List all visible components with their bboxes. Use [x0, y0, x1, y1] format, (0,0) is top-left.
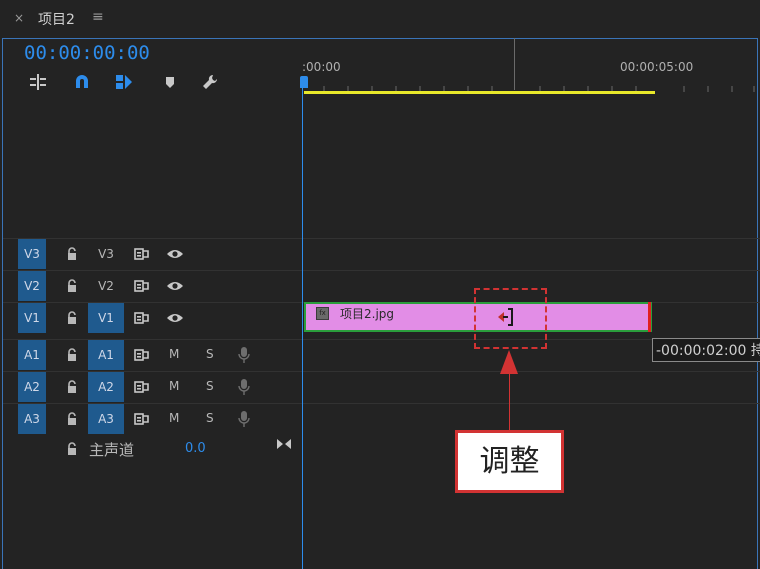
- lock-icon[interactable]: [66, 348, 78, 361]
- master-volume-value[interactable]: 0.0: [185, 441, 206, 456]
- target-track-a3[interactable]: A3: [88, 404, 124, 434]
- track-row-a3: A3 A3 M S: [3, 403, 760, 434]
- snap-magnet-icon[interactable]: [72, 72, 92, 92]
- playhead-line[interactable]: [302, 88, 303, 569]
- lock-icon[interactable]: [66, 412, 78, 425]
- source-patch-a1[interactable]: A1: [18, 340, 46, 370]
- solo-button[interactable]: S: [206, 379, 214, 393]
- eye-icon[interactable]: [166, 247, 184, 261]
- source-patch-a3[interactable]: A3: [18, 404, 46, 434]
- annotation-arrow-head: [500, 350, 518, 374]
- target-track-v3[interactable]: V3: [88, 239, 124, 269]
- master-track-label: 主声道: [89, 441, 135, 459]
- playhead-handle[interactable]: [300, 76, 308, 88]
- source-patch-v2[interactable]: V2: [18, 271, 46, 301]
- insert-nest-icon[interactable]: [28, 72, 48, 92]
- track-row-a1: A1 A1 M S: [3, 339, 760, 370]
- target-track-a2[interactable]: A2: [88, 372, 124, 402]
- master-track-row: 主声道 0.0: [3, 434, 302, 464]
- annotation-callout: 调整: [455, 430, 564, 493]
- lock-icon[interactable]: [66, 442, 78, 455]
- target-track-v2[interactable]: V2: [88, 271, 124, 301]
- trim-tooltip: -00:00:02:00 持: [652, 338, 760, 362]
- microphone-icon[interactable]: [237, 378, 251, 396]
- mute-button[interactable]: M: [169, 411, 179, 425]
- panel-menu-icon[interactable]: ≡: [92, 9, 104, 25]
- settings-wrench-icon[interactable]: [200, 72, 220, 92]
- track-row-v2: V2 V2: [3, 270, 760, 301]
- eye-icon[interactable]: [166, 279, 184, 293]
- linked-selection-icon[interactable]: [114, 72, 134, 92]
- clip-out-edge[interactable]: [648, 302, 651, 332]
- microphone-icon[interactable]: [237, 410, 251, 428]
- ruler-mark-label: 00:00:05:00: [620, 60, 694, 74]
- track-row-a2: A2 A2 M S: [3, 371, 760, 402]
- playhead-timecode[interactable]: 00:00:00:00: [24, 42, 150, 64]
- microphone-icon[interactable]: [237, 346, 251, 364]
- sync-lock-icon[interactable]: [134, 247, 150, 261]
- sync-lock-icon[interactable]: [134, 279, 150, 293]
- source-patch-v1[interactable]: V1: [18, 303, 46, 333]
- mute-button[interactable]: M: [169, 347, 179, 361]
- fx-badge-icon: fx: [316, 307, 329, 320]
- sync-lock-icon[interactable]: [134, 380, 150, 394]
- target-track-a1[interactable]: A1: [88, 340, 124, 370]
- sync-lock-icon[interactable]: [134, 311, 150, 325]
- eye-icon[interactable]: [166, 311, 184, 325]
- highlight-dashed-box: [474, 288, 547, 349]
- sync-lock-icon[interactable]: [134, 412, 150, 426]
- source-patch-a2[interactable]: A2: [18, 372, 46, 402]
- mute-button[interactable]: M: [169, 379, 179, 393]
- add-marker-icon[interactable]: [160, 72, 180, 92]
- solo-button[interactable]: S: [206, 347, 214, 361]
- source-patch-v3[interactable]: V3: [18, 239, 46, 269]
- work-area-bar[interactable]: [304, 91, 655, 94]
- lock-icon[interactable]: [66, 311, 78, 324]
- go-to-end-icon[interactable]: [276, 437, 292, 451]
- solo-button[interactable]: S: [206, 411, 214, 425]
- target-track-v1[interactable]: V1: [88, 303, 124, 333]
- lock-icon[interactable]: [66, 247, 78, 260]
- sequence-tab-title[interactable]: 项目2: [38, 9, 75, 29]
- lock-icon[interactable]: [66, 279, 78, 292]
- lock-icon[interactable]: [66, 380, 78, 393]
- sync-lock-icon[interactable]: [134, 348, 150, 362]
- clip-name: 项目2.jpg: [340, 307, 395, 321]
- panel-header: [0, 0, 760, 38]
- track-row-v3: V3 V3: [3, 238, 760, 269]
- annotation-arrow-line: [509, 372, 510, 432]
- ruler-start-label: :00:00: [302, 60, 341, 74]
- close-tab-icon[interactable]: ×: [14, 11, 24, 25]
